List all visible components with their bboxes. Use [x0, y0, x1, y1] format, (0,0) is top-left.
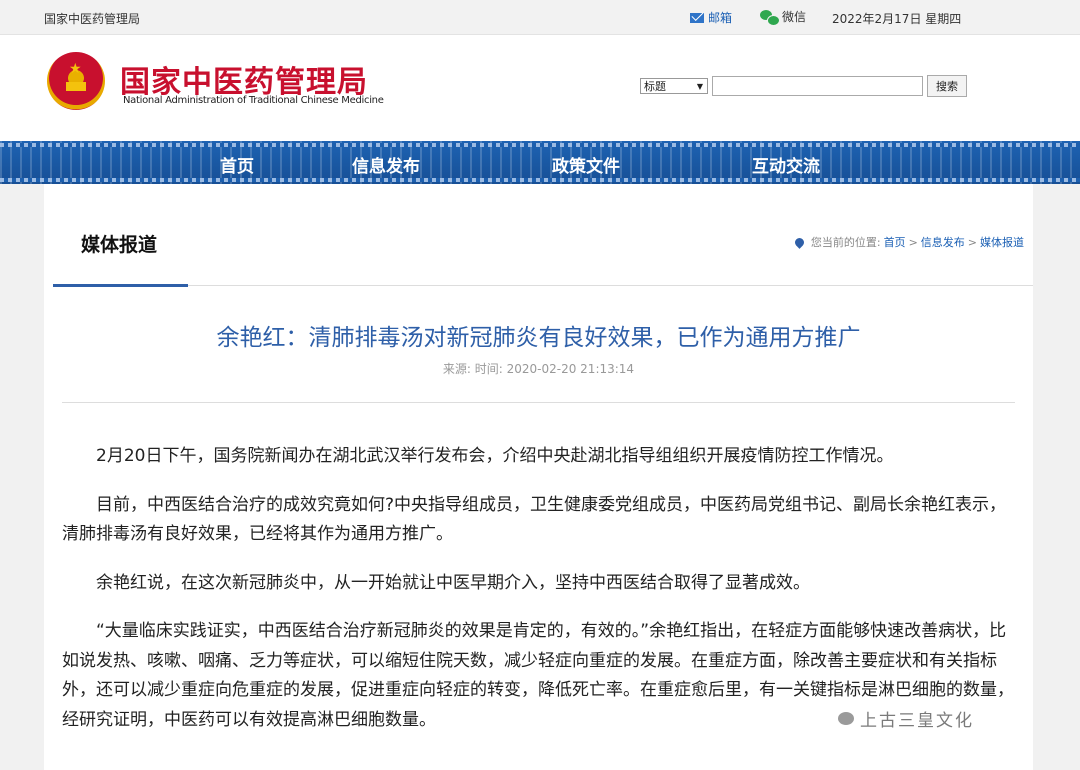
- site-header: ★ 国家中医药管理局 National Administration of Tr…: [0, 35, 1080, 141]
- mail-icon: [690, 12, 704, 23]
- section-title: 媒体报道: [81, 234, 158, 256]
- nav-item-news[interactable]: 信息发布: [352, 152, 420, 177]
- article-title: 余艳红：清肺排毒汤对新冠肺炎有良好效果，已作为通用方推广: [216, 325, 861, 351]
- divider: [53, 285, 1033, 286]
- breadcrumb-home[interactable]: 首页: [884, 234, 906, 250]
- watermark-text: 上古三皇文化: [860, 711, 974, 731]
- content-panel: 媒体报道 您当前的位置: 首页 > 信息发布 > 媒体报道 余艳红：清肺排毒汤对…: [44, 184, 1033, 770]
- search-field-select[interactable]: 标题 ▼: [640, 78, 708, 94]
- search-bar: 标题 ▼ 搜索: [640, 75, 967, 97]
- chevron-down-icon: ▼: [696, 81, 703, 91]
- article-paragraph: 2月20日下午，国务院新闻办在湖北武汉举行发布会，介绍中央赴湖北指导组组织开展疫…: [96, 446, 894, 466]
- wechat-link[interactable]: 微信: [760, 8, 807, 26]
- main-nav: 首页 信息发布 政策文件 互动交流: [0, 141, 1080, 184]
- section-accent-bar: [53, 284, 188, 287]
- site-name-link[interactable]: 国家中医药管理局: [44, 10, 140, 27]
- article-paragraph: 余艳红说，在这次新冠肺炎中，从一开始就让中医早期介入，坚持中西医结合取得了显著成…: [96, 572, 810, 593]
- nav-item-policy[interactable]: 政策文件: [552, 152, 620, 177]
- mail-label: 邮箱: [708, 11, 733, 25]
- article-meta: 来源: 时间: 2020-02-20 21:13:14: [442, 362, 635, 376]
- breadcrumb-news[interactable]: 信息发布: [921, 234, 965, 250]
- nav-item-interaction[interactable]: 互动交流: [752, 152, 820, 177]
- watermark: 上古三皇文化: [838, 706, 974, 731]
- breadcrumb: 您当前的位置: 首页 > 信息发布 > 媒体报道: [792, 234, 1024, 250]
- breadcrumb-label: 您当前的位置:: [810, 236, 881, 249]
- article-paragraph: 目前，中西医结合治疗的成效究竟如何?中央指导组成员，卫生健康委党组成员，中医药局…: [62, 494, 1007, 545]
- breadcrumb-separator: >: [908, 235, 918, 249]
- search-input[interactable]: [712, 76, 923, 96]
- search-field-value: 标题: [644, 80, 666, 93]
- nav-item-home[interactable]: 首页: [220, 152, 254, 177]
- breadcrumb-separator: >: [967, 235, 977, 249]
- wechat-icon: [760, 9, 780, 26]
- wechat-watermark-icon: [838, 712, 854, 725]
- mail-link[interactable]: 邮箱: [690, 9, 732, 26]
- divider: [62, 402, 1015, 403]
- wechat-label: 微信: [782, 10, 807, 24]
- breadcrumb-media[interactable]: 媒体报道: [980, 234, 1024, 250]
- location-pin-icon: [792, 235, 806, 249]
- search-button[interactable]: 搜索: [927, 75, 967, 97]
- top-bar: 国家中医药管理局 邮箱 微信 2022年2月17日 星期四: [0, 0, 1080, 35]
- current-date: 2022年2月17日 星期四: [832, 12, 962, 26]
- national-emblem-icon: ★: [47, 52, 105, 110]
- logo-subtitle: National Administration of Traditional C…: [123, 95, 384, 106]
